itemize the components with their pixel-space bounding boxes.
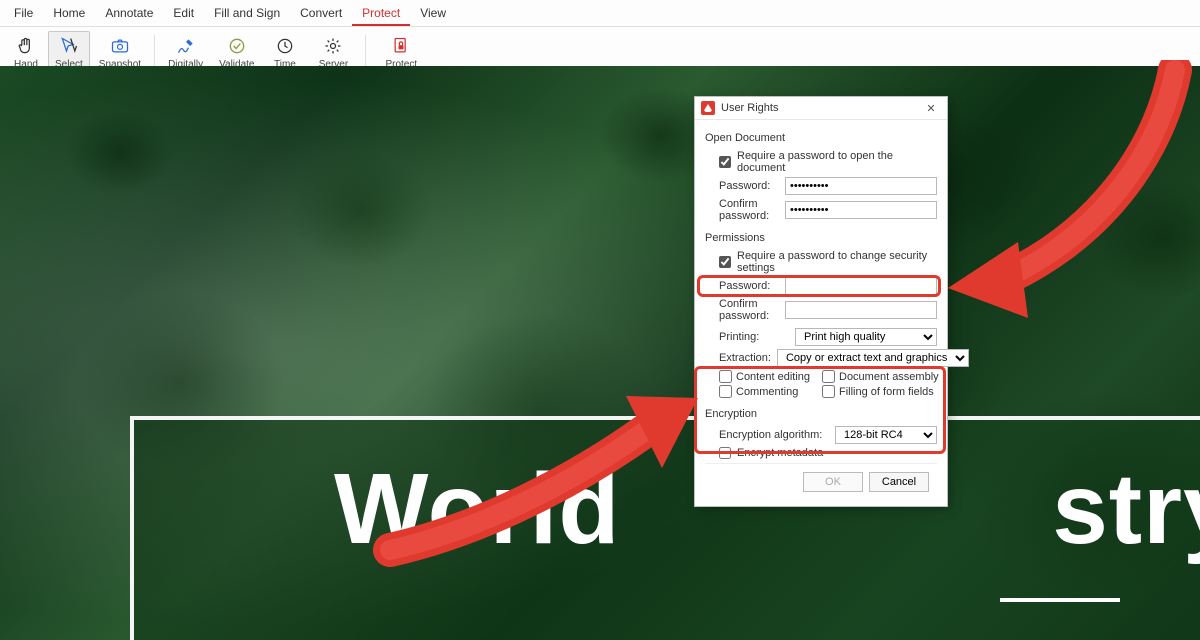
confirm-password-label: Confirm password:	[719, 198, 779, 222]
require-perm-password-label: Require a password to change security se…	[737, 250, 937, 274]
content-editing-label: Content editing	[736, 371, 810, 383]
encryption-algorithm-select[interactable]: 128-bit RC4	[835, 426, 937, 444]
menu-annotate[interactable]: Annotate	[95, 2, 163, 26]
open-document-heading: Open Document	[705, 132, 937, 144]
extraction-select[interactable]: Copy or extract text and graphics	[777, 349, 969, 367]
dialog-titlebar[interactable]: User Rights ✕	[695, 97, 947, 120]
content-editing-checkbox[interactable]	[719, 370, 732, 383]
document-area[interactable]: World stry D	[0, 66, 1200, 640]
document-assembly-label: Document assembly	[839, 371, 939, 383]
menu-fill-sign[interactable]: Fill and Sign	[204, 2, 290, 26]
dialog-title: User Rights	[721, 102, 915, 114]
camera-icon	[109, 35, 131, 57]
encrypt-metadata-label: Encrypt metadata	[737, 447, 823, 459]
commenting-checkbox[interactable]	[719, 385, 732, 398]
require-open-password-checkbox[interactable]	[719, 156, 731, 168]
menu-view[interactable]: View	[410, 2, 456, 26]
menu-convert[interactable]: Convert	[290, 2, 352, 26]
filling-form-fields-checkbox[interactable]	[822, 385, 835, 398]
encrypt-metadata-checkbox[interactable]	[719, 447, 731, 459]
encryption-heading: Encryption	[705, 408, 937, 420]
open-password-input[interactable]	[785, 177, 937, 195]
menubar: File Home Annotate Edit Fill and Sign Co…	[0, 0, 1200, 27]
pen-sign-icon	[175, 35, 197, 57]
hand-icon	[15, 35, 37, 57]
gear-icon	[322, 35, 344, 57]
perm-password-label: Password:	[719, 280, 779, 292]
require-open-password-label: Require a password to open the document	[737, 150, 937, 174]
app-icon	[701, 101, 715, 115]
perm-password-input[interactable]	[785, 277, 937, 295]
printing-select[interactable]: Print high quality	[795, 328, 937, 346]
user-rights-dialog: User Rights ✕ Open Document Require a pa…	[694, 96, 948, 507]
menu-protect[interactable]: Protect	[352, 2, 410, 26]
permissions-heading: Permissions	[705, 232, 937, 244]
menu-file[interactable]: File	[4, 2, 43, 26]
printing-label: Printing:	[719, 331, 789, 343]
ok-button[interactable]: OK	[803, 472, 863, 492]
validate-icon	[226, 35, 248, 57]
encryption-algorithm-label: Encryption algorithm:	[719, 429, 829, 441]
filling-form-fields-label: Filling of form fields	[839, 386, 934, 398]
document-assembly-checkbox[interactable]	[822, 370, 835, 383]
close-button[interactable]: ✕	[921, 102, 941, 115]
commenting-label: Commenting	[736, 386, 798, 398]
clock-icon	[274, 35, 296, 57]
lock-doc-icon	[390, 35, 412, 57]
open-confirm-password-input[interactable]	[785, 201, 937, 219]
title-underline	[1000, 598, 1120, 602]
menu-edit[interactable]: Edit	[163, 2, 204, 26]
require-perm-password-checkbox[interactable]	[719, 256, 731, 268]
extraction-label: Extraction:	[719, 352, 771, 364]
password-label: Password:	[719, 180, 779, 192]
perm-confirm-label: Confirm password:	[719, 298, 779, 322]
cancel-button[interactable]: Cancel	[869, 472, 929, 492]
perm-confirm-password-input[interactable]	[785, 301, 937, 319]
document-panel: World stry D	[130, 416, 1200, 640]
menu-home[interactable]: Home	[43, 2, 95, 26]
cursor-icon	[58, 35, 80, 57]
